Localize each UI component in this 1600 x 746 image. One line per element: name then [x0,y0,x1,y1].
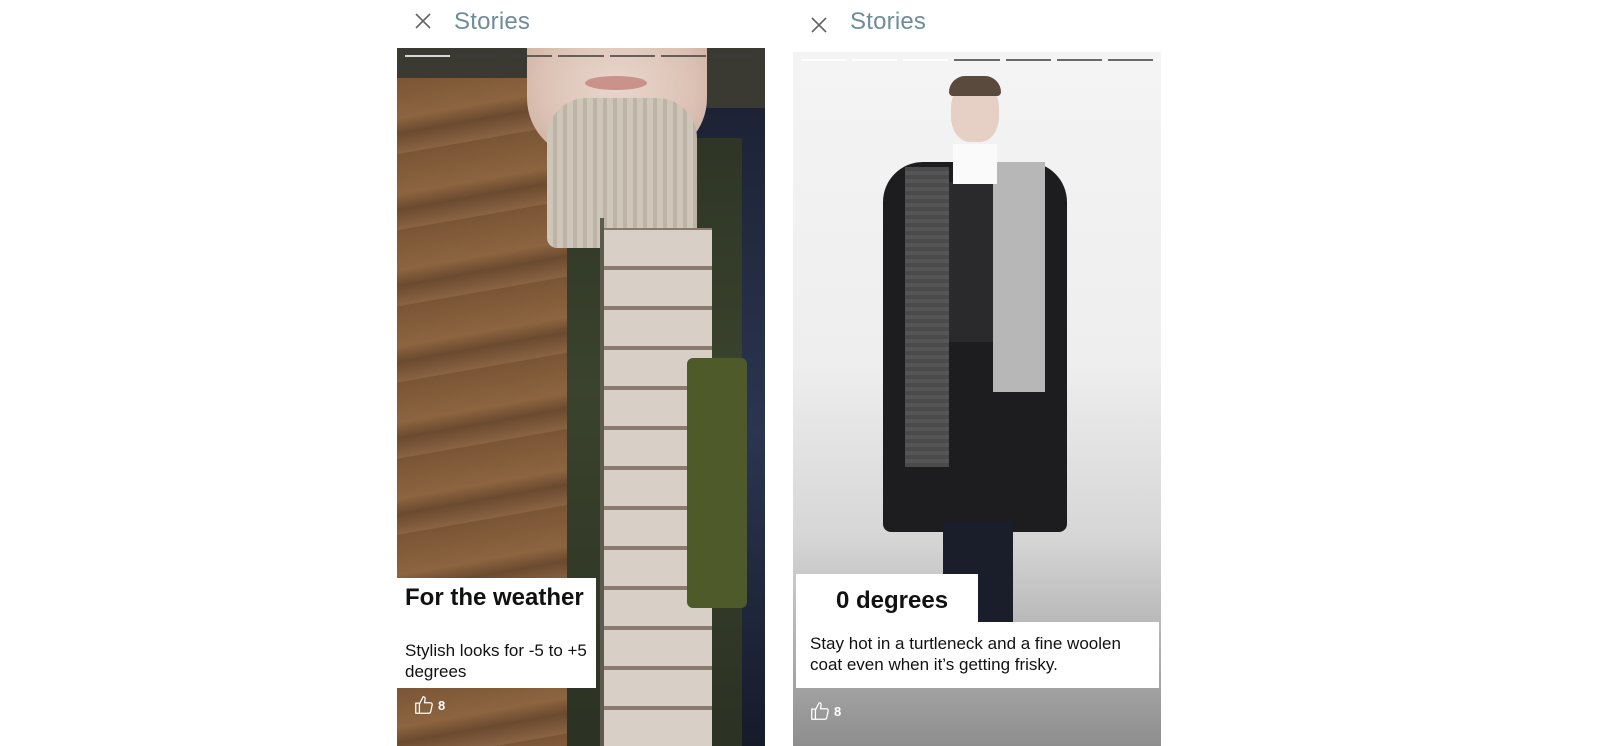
page-title: Stories [850,8,927,35]
close-button[interactable] [407,5,439,37]
story-screen-1: Stories For the weather Stylish looks fo… [397,0,765,746]
caption-title: 0 degrees [836,587,949,614]
progress-segment [1107,59,1153,61]
progress-segment [903,59,949,61]
top-bar: Stories [793,0,1161,48]
story-screen-2: Stories 0 degrees Stay hot in a turtlene… [793,0,1161,746]
progress-segment [609,55,655,57]
story-progress [801,59,1153,62]
close-icon [415,13,431,29]
like-count: 8 [834,703,842,719]
like-count: 8 [438,697,446,713]
page-title: Stories [454,8,531,35]
caption-body-box: Stay hot in a turtleneck and a fine wool… [796,622,1159,688]
close-icon [811,17,827,33]
like-button[interactable]: 8 [413,694,445,716]
progress-segment [954,59,1000,61]
thumbs-up-icon [811,702,829,720]
like-button[interactable]: 8 [809,700,841,722]
story-progress [405,55,757,58]
progress-segment [801,59,847,61]
progress-segment [1005,59,1051,61]
story-content[interactable]: For the weather Stylish looks for -5 to … [397,48,765,746]
story-content[interactable]: 0 degrees Stay hot in a turtleneck and a… [793,52,1161,746]
top-bar: Stories [397,0,765,48]
progress-segment [1056,59,1102,61]
thumbs-up-icon [415,696,433,714]
caption-title: For the weather [405,584,584,611]
caption-body: Stay hot in a turtleneck and a fine wool… [810,634,1121,674]
progress-segment [711,55,757,57]
progress-segment [660,55,706,57]
caption-body: Stylish looks for -5 to +5 degrees [405,641,587,681]
progress-segment [852,59,898,61]
progress-segment [405,55,451,57]
caption-title-box: 0 degrees [796,574,978,624]
progress-segment [507,55,553,57]
caption-box: For the weather Stylish looks for -5 to … [397,578,596,688]
progress-segment [456,55,502,57]
close-button[interactable] [803,9,835,41]
progress-segment [558,55,604,57]
